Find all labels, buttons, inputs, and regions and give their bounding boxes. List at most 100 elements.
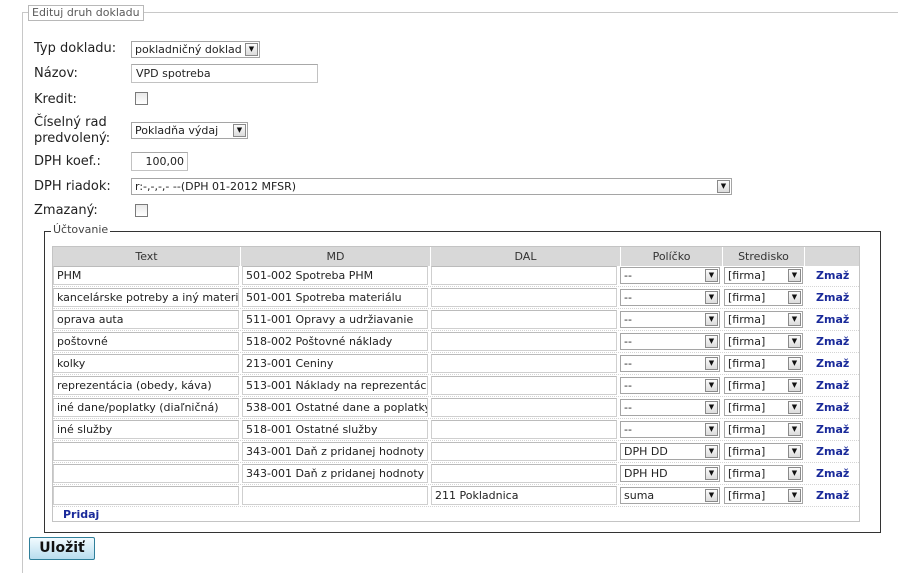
row-stredisko-select[interactable]: [firma] ▼ [724,377,803,394]
row-policko-select[interactable]: -- ▼ [620,377,720,394]
delete-row-link[interactable]: Zmaž [816,421,849,438]
dph-koef-input[interactable]: 100,00 [131,152,188,171]
row-dal-input[interactable] [431,442,617,461]
row-text-input[interactable]: PHM [53,266,239,285]
row-policko-select[interactable]: -- ▼ [620,311,720,328]
row-md-input[interactable]: 501-001 Spotreba materiálu [242,288,428,307]
add-row-link[interactable]: Pridaj [63,508,99,521]
column-header-text: Text [53,247,241,266]
zmazany-checkbox[interactable] [135,204,148,217]
form-legend: Edituj druh dokladu [28,5,144,21]
chevron-down-icon: ▼ [705,423,718,436]
delete-row-link[interactable]: Zmaž [816,377,849,394]
row-md-input[interactable]: 518-001 Ostatné služby [242,420,428,439]
row-policko-select[interactable]: -- ▼ [620,421,720,438]
delete-row-link[interactable]: Zmaž [816,487,849,504]
row-dal-input[interactable] [431,288,617,307]
row-dal-input[interactable] [431,398,617,417]
row-dal-input[interactable]: 211 Pokladnica [431,486,617,505]
row-policko-select[interactable]: DPH DD ▼ [620,443,720,460]
typ-dokladu-label: Typ dokladu: [34,41,117,56]
row-md-input[interactable]: 343-001 Daň z pridanej hodnoty [242,464,428,483]
row-policko-select[interactable]: -- ▼ [620,267,720,284]
delete-row-link[interactable]: Zmaž [816,333,849,350]
delete-row-link[interactable]: Zmaž [816,465,849,482]
row-separator [53,484,859,485]
row-stredisko-value: [firma] [728,401,766,414]
row-text-input[interactable] [53,486,239,505]
row-policko-select[interactable]: -- ▼ [620,289,720,306]
delete-row-link[interactable]: Zmaž [816,399,849,416]
dph-riadok-select[interactable]: r:-,-,-,- --(DPH 01-2012 MFSR) ▼ [131,178,732,195]
row-policko-select[interactable]: -- ▼ [620,399,720,416]
chevron-down-icon: ▼ [705,489,718,502]
row-dal-input[interactable] [431,464,617,483]
row-stredisko-value: [firma] [728,357,766,370]
row-policko-value: -- [624,335,632,348]
row-md-input[interactable]: 213-001 Ceniny [242,354,428,373]
row-text-input[interactable]: poštovné [53,332,239,351]
row-dal-input[interactable] [431,376,617,395]
delete-row-link[interactable]: Zmaž [816,311,849,328]
row-stredisko-select[interactable]: [firma] ▼ [724,267,803,284]
column-header-dal: DAL [431,247,621,266]
row-text-input[interactable]: iné dane/poplatky (diaľničná) [53,398,239,417]
row-separator [53,462,859,463]
chevron-down-icon: ▼ [705,445,718,458]
row-stredisko-select[interactable]: [firma] ▼ [724,399,803,416]
row-md-input[interactable]: 343-001 Daň z pridanej hodnoty [242,442,428,461]
ciselny-rad-label-line2: predvolený: [34,131,111,146]
typ-dokladu-select[interactable]: pokladničný doklad ▼ [131,41,260,58]
row-policko-select[interactable]: suma ▼ [620,487,720,504]
column-header-stredisko: Stredisko [723,247,805,266]
row-stredisko-select[interactable]: [firma] ▼ [724,465,803,482]
row-stredisko-select[interactable]: [firma] ▼ [724,289,803,306]
chevron-down-icon: ▼ [705,335,718,348]
row-stredisko-value: [firma] [728,423,766,436]
delete-row-link[interactable]: Zmaž [816,267,849,284]
row-stredisko-select[interactable]: [firma] ▼ [724,333,803,350]
row-stredisko-select[interactable]: [firma] ▼ [724,443,803,460]
chevron-down-icon: ▼ [245,43,258,56]
row-md-input[interactable]: 511-001 Opravy a udržiavanie [242,310,428,329]
ciselny-rad-select[interactable]: Pokladňa výdaj ▼ [131,122,248,139]
row-stredisko-select[interactable]: [firma] ▼ [724,355,803,372]
row-text-input[interactable] [53,464,239,483]
chevron-down-icon: ▼ [788,291,801,304]
row-text-input[interactable] [53,442,239,461]
row-policko-select[interactable]: -- ▼ [620,333,720,350]
chevron-down-icon: ▼ [705,357,718,370]
row-text-input[interactable]: kancelárske potreby a iný materiál [53,288,239,307]
row-separator [53,440,859,441]
save-button[interactable]: Uložiť [29,537,95,560]
row-separator [53,506,859,507]
row-dal-input[interactable] [431,332,617,351]
delete-row-link[interactable]: Zmaž [816,289,849,306]
row-text-input[interactable]: iné služby [53,420,239,439]
row-policko-select[interactable]: -- ▼ [620,355,720,372]
delete-row-link[interactable]: Zmaž [816,443,849,460]
row-dal-input[interactable] [431,266,617,285]
row-policko-select[interactable]: DPH HD ▼ [620,465,720,482]
row-md-input[interactable]: 518-002 Poštovné náklady [242,332,428,351]
row-text-input[interactable]: kolky [53,354,239,373]
row-stredisko-select[interactable]: [firma] ▼ [724,487,803,504]
row-dal-input[interactable] [431,310,617,329]
row-dal-input[interactable] [431,354,617,373]
delete-row-link[interactable]: Zmaž [816,355,849,372]
row-text-input[interactable]: reprezentácia (obedy, káva) [53,376,239,395]
kredit-checkbox[interactable] [135,92,148,105]
column-header-md: MD [241,247,431,266]
row-text-input[interactable]: oprava auta [53,310,239,329]
row-md-input[interactable]: 538-001 Ostatné dane a poplatky [242,398,428,417]
nazov-input[interactable]: VPD spotreba [131,64,318,83]
row-dal-input[interactable] [431,420,617,439]
row-md-input[interactable]: 501-002 Spotreba PHM [242,266,428,285]
dph-koef-label: DPH koef.: [34,154,101,169]
row-md-input[interactable] [242,486,428,505]
chevron-down-icon: ▼ [705,467,718,480]
row-stredisko-select[interactable]: [firma] ▼ [724,421,803,438]
row-policko-value: -- [624,401,632,414]
row-md-input[interactable]: 513-001 Náklady na reprezentáciu [242,376,428,395]
row-stredisko-select[interactable]: [firma] ▼ [724,311,803,328]
